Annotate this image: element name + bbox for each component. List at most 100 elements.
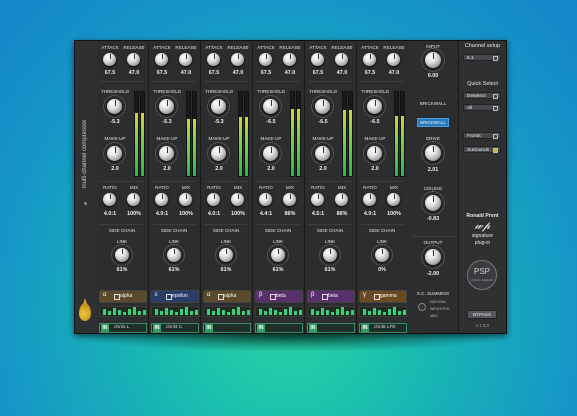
in-toggle[interactable]: IN bbox=[153, 324, 161, 332]
release-knob[interactable] bbox=[179, 53, 192, 66]
sidechain-level-segment bbox=[336, 309, 339, 315]
mix-knob[interactable] bbox=[127, 193, 140, 206]
link-knob[interactable] bbox=[163, 244, 185, 266]
ratio-knob[interactable] bbox=[259, 193, 272, 206]
divider bbox=[152, 224, 196, 225]
channel-in-button[interactable]: IN bbox=[255, 323, 303, 333]
attack-knob[interactable] bbox=[103, 53, 116, 66]
sidechain-level-segment bbox=[368, 311, 371, 315]
threshold-label: THRESHOLD bbox=[360, 89, 390, 94]
attack-knob[interactable] bbox=[311, 53, 324, 66]
channel-in-button[interactable]: IN chnl1 L bbox=[99, 323, 147, 333]
in-toggle[interactable]: IN bbox=[361, 324, 369, 332]
sidechain-source-selector[interactable]: α alpha bbox=[99, 290, 147, 303]
in-toggle[interactable]: IN bbox=[257, 324, 265, 332]
mix-knob[interactable] bbox=[335, 193, 348, 206]
makeup-knob[interactable] bbox=[363, 142, 386, 165]
link-knob[interactable] bbox=[319, 244, 341, 266]
sidechain-source-selector[interactable]: β beta bbox=[255, 290, 303, 303]
mix-knob[interactable] bbox=[179, 193, 192, 206]
release-knob[interactable] bbox=[127, 53, 140, 66]
threshold-knob[interactable] bbox=[103, 95, 126, 118]
ratio-label: RATIO bbox=[207, 185, 221, 190]
channel-strip: ATTACK RELEASE 67.5 47.0 THRESHOLD -6.5 … bbox=[253, 41, 305, 333]
psp-badge: PSP AURAL SERIES bbox=[467, 260, 497, 290]
threshold-knob[interactable] bbox=[207, 95, 230, 118]
threshold-label: THRESHOLD bbox=[204, 89, 234, 94]
summing-option-max[interactable]: MAX bbox=[430, 314, 456, 318]
divider bbox=[308, 81, 352, 82]
channel-in-button[interactable]: IN bbox=[307, 323, 355, 333]
threshold-knob[interactable] bbox=[259, 95, 282, 118]
link-knob[interactable] bbox=[111, 244, 133, 266]
channel-setup-dropdown[interactable]: 6.1 bbox=[463, 54, 501, 61]
release-value: 47.0 bbox=[128, 70, 140, 76]
sidechain-source-selector[interactable]: ε epsilon bbox=[151, 290, 199, 303]
fronts-button[interactable]: Fronts bbox=[463, 132, 501, 139]
surrounds-button[interactable]: Surrounds bbox=[463, 146, 501, 153]
attack-knob[interactable] bbox=[207, 53, 220, 66]
select-all-button[interactable]: All bbox=[463, 104, 501, 111]
release-knob[interactable] bbox=[231, 53, 244, 66]
bypass-button[interactable]: BYPASS bbox=[467, 310, 497, 319]
attack-knob[interactable] bbox=[259, 53, 272, 66]
in-toggle[interactable]: IN bbox=[309, 324, 317, 332]
channel-in-button[interactable]: IN chnl6 LFE bbox=[359, 323, 407, 333]
link-knob[interactable] bbox=[267, 244, 289, 266]
summing-option-weighted[interactable]: WEIGHTED bbox=[430, 307, 456, 311]
release-knob[interactable] bbox=[335, 53, 348, 66]
mix-knob[interactable] bbox=[283, 193, 296, 206]
mix-knob[interactable] bbox=[231, 193, 244, 206]
attack-knob[interactable] bbox=[363, 53, 376, 66]
makeup-knob[interactable] bbox=[207, 142, 230, 165]
ratio-knob[interactable] bbox=[311, 193, 324, 206]
mix-knob[interactable] bbox=[387, 193, 400, 206]
ratio-knob[interactable] bbox=[207, 193, 220, 206]
threshold-label: THRESHOLD bbox=[256, 89, 286, 94]
release-knob[interactable] bbox=[283, 53, 296, 66]
ratio-knob[interactable] bbox=[363, 193, 376, 206]
makeup-knob[interactable] bbox=[259, 142, 282, 165]
makeup-knob[interactable] bbox=[103, 142, 126, 165]
ceiling-knob[interactable] bbox=[421, 191, 445, 215]
channel-in-button[interactable]: IN bbox=[203, 323, 251, 333]
sidechain-activity-bar bbox=[307, 306, 355, 317]
makeup-knob[interactable] bbox=[155, 142, 178, 165]
in-toggle[interactable]: IN bbox=[205, 324, 213, 332]
sidechain-source-selector[interactable]: β beta bbox=[307, 290, 355, 303]
ratio-label: RATIO bbox=[103, 185, 117, 190]
summing-option-natural[interactable]: NATURAL bbox=[430, 300, 456, 304]
channel-in-button[interactable]: IN chnl3 C bbox=[151, 323, 199, 333]
psp-drop-logo-icon bbox=[79, 298, 91, 321]
threshold-knob[interactable] bbox=[363, 95, 386, 118]
ratio-knob[interactable] bbox=[103, 193, 116, 206]
attack-knob[interactable] bbox=[155, 53, 168, 66]
deselect-button[interactable]: Deselect bbox=[463, 92, 501, 99]
gain-meter-left bbox=[134, 91, 139, 177]
sidechain-level-segment bbox=[269, 308, 272, 315]
sidechain-level-segment bbox=[180, 309, 183, 315]
link-knob[interactable] bbox=[215, 244, 237, 266]
link-knob[interactable] bbox=[371, 244, 393, 266]
in-toggle[interactable]: IN bbox=[101, 324, 109, 332]
output-knob[interactable] bbox=[421, 245, 445, 269]
input-knob[interactable] bbox=[421, 48, 445, 72]
sidechain-source-selector[interactable]: α alpha bbox=[203, 290, 251, 303]
ratio-knob[interactable] bbox=[155, 193, 168, 206]
release-knob[interactable] bbox=[387, 53, 400, 66]
threshold-knob[interactable] bbox=[311, 95, 334, 118]
brickwall-toggle-button[interactable]: BRICKWALL bbox=[417, 118, 449, 127]
threshold-value: -5.3 bbox=[110, 119, 120, 125]
drive-knob[interactable] bbox=[421, 141, 445, 165]
divider bbox=[256, 81, 300, 82]
makeup-knob[interactable] bbox=[311, 142, 334, 165]
sidechain-level-segment bbox=[207, 309, 210, 315]
summing-selector-knob[interactable] bbox=[418, 303, 426, 311]
sidechain-level-segment bbox=[299, 310, 302, 315]
sidechain-label: SIDE CHAIN bbox=[160, 228, 188, 233]
attack-label: ATTACK bbox=[309, 45, 327, 50]
threshold-knob[interactable] bbox=[155, 95, 178, 118]
divider bbox=[411, 236, 455, 237]
sidechain-source-selector[interactable]: γ gamma bbox=[359, 290, 407, 303]
attack-label: ATTACK bbox=[361, 45, 379, 50]
